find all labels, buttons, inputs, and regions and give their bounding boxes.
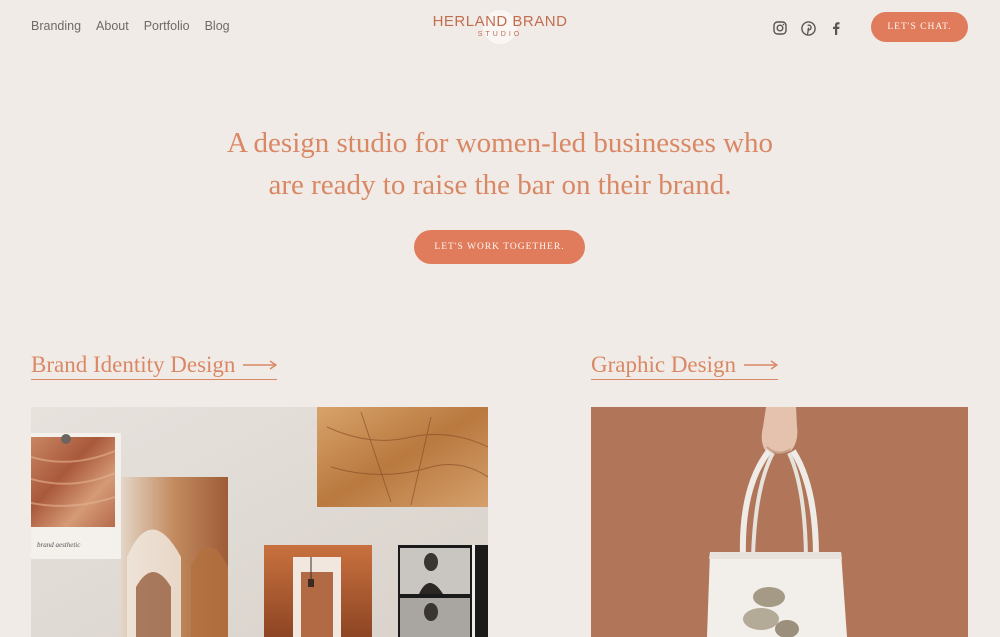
hero-line-1: A design studio for women-led businesses… — [226, 127, 774, 159]
facebook-icon[interactable] — [827, 19, 845, 37]
site-logo[interactable]: HERLAND BRAND STUDIO — [429, 9, 571, 45]
logo-subtitle: STUDIO — [477, 31, 523, 38]
hero-line-2: are ready to raise the bar on their bran… — [268, 169, 732, 201]
brand-identity-title: Brand Identity Design — [31, 352, 236, 377]
main-nav: Branding About Portfolio Blog — [31, 19, 230, 33]
graphic-design-link[interactable]: Graphic Design — [591, 352, 778, 380]
brand-identity-link[interactable]: Brand Identity Design — [31, 352, 278, 380]
instagram-icon[interactable] — [771, 19, 789, 37]
nav-item-about[interactable]: About — [96, 19, 129, 33]
polaroid-caption: brand aesthetic — [37, 541, 81, 549]
pinterest-icon[interactable] — [799, 19, 817, 37]
nav-item-blog[interactable]: Blog — [205, 19, 230, 33]
lets-chat-button[interactable]: LET'S CHAT. — [871, 12, 968, 42]
hero-headline: A design studio for women-led businesses… — [150, 122, 850, 206]
nav-item-portfolio[interactable]: Portfolio — [144, 19, 190, 33]
work-together-button[interactable]: LET'S WORK TOGETHER. — [414, 230, 585, 264]
arrow-right-icon — [243, 360, 278, 370]
nav-item-branding[interactable]: Branding — [31, 19, 81, 33]
graphic-design-title: Graphic Design — [591, 352, 736, 377]
logo-wordmark: HERLAND BRAND — [432, 13, 568, 30]
social-links — [771, 19, 845, 37]
arrow-right-icon — [744, 360, 778, 370]
graphic-design-tote-image[interactable] — [591, 407, 968, 637]
brand-identity-moodboard-image[interactable]: brand aesthetic — [31, 407, 488, 637]
